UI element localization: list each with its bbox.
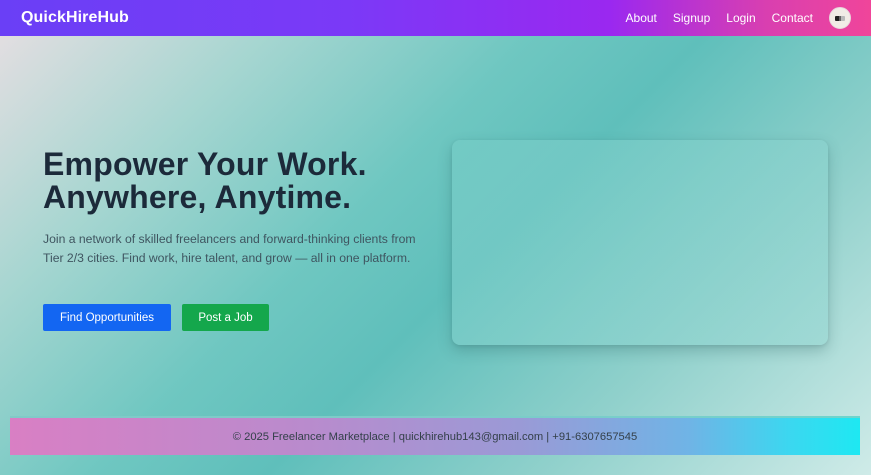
nav-links: About Signup Login Contact [626, 7, 851, 29]
hero-title: Empower Your Work. Anywhere, Anytime. [43, 148, 443, 214]
page-footer: © 2025 Freelancer Marketplace | quickhir… [10, 416, 860, 455]
nav-link-signup[interactable]: Signup [673, 11, 710, 25]
hero-title-line-1: Empower Your Work. [43, 146, 367, 182]
find-opportunities-button[interactable]: Find Opportunities [43, 304, 171, 331]
top-navbar: QuickHireHub About Signup Login Contact [0, 0, 871, 36]
hero-description: Join a network of skilled freelancers an… [43, 232, 416, 265]
user-avatar-icon[interactable] [829, 7, 851, 29]
hero-image-card [452, 140, 828, 345]
footer-text: © 2025 Freelancer Marketplace | quickhir… [232, 430, 638, 443]
nav-link-about[interactable]: About [626, 11, 657, 25]
hero-title-line-2: Anywhere, Anytime. [43, 179, 352, 215]
nav-link-contact[interactable]: Contact [772, 11, 813, 25]
post-a-job-button[interactable]: Post a Job [182, 304, 269, 331]
brand-logo[interactable]: QuickHireHub [21, 9, 129, 27]
avatar-image [835, 15, 845, 21]
nav-link-login[interactable]: Login [726, 11, 755, 25]
